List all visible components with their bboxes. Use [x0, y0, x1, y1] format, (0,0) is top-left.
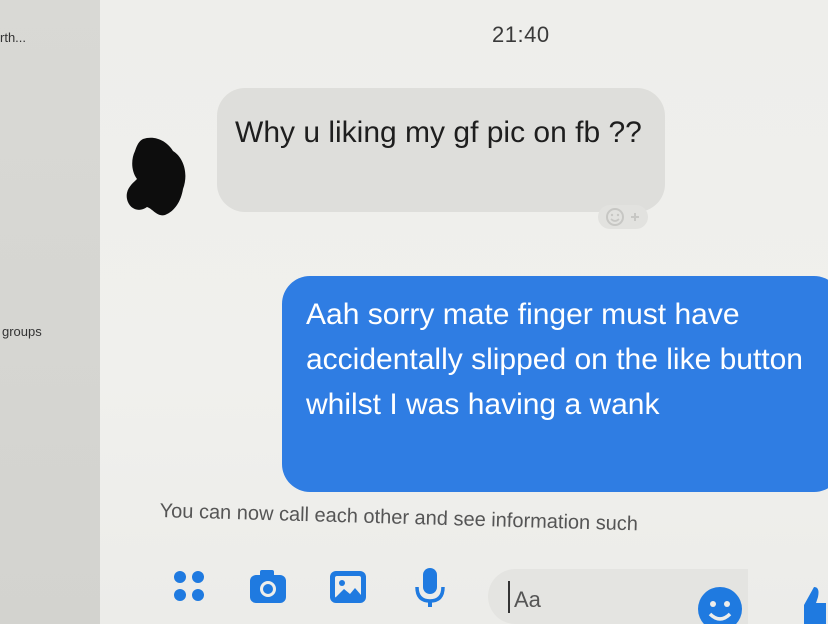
avatar[interactable] [125, 135, 187, 217]
message-timestamp: 21:40 [492, 22, 550, 47]
screen: rth... groups 21:40 Why u liking my gf p… [0, 0, 828, 624]
chat-panel: 21:40 Why u liking my gf pic on fb ?? Aa… [100, 0, 828, 624]
call-info-notice: You can now call each other and see info… [159, 500, 639, 536]
add-reaction-icon[interactable] [598, 205, 648, 229]
like-icon[interactable] [790, 583, 828, 624]
emoji-icon[interactable] [696, 585, 744, 624]
gallery-icon[interactable] [326, 565, 370, 609]
outgoing-message-bubble[interactable]: Aah sorry mate finger must have accident… [282, 276, 828, 492]
incoming-message-text: Why u liking my gf pic on fb ?? [235, 116, 642, 149]
microphone-icon[interactable] [408, 565, 452, 609]
sidebar-groups-label[interactable]: groups [2, 324, 42, 339]
sidebar-truncated-label[interactable]: rth... [0, 30, 26, 45]
composer-bar: Aa [100, 555, 828, 624]
apps-icon[interactable] [168, 565, 212, 609]
sidebar: rth... groups [0, 0, 101, 624]
text-caret [508, 581, 510, 613]
camera-icon[interactable] [246, 565, 290, 609]
message-input-placeholder: Aa [514, 587, 541, 612]
outgoing-message-text: Aah sorry mate finger must have accident… [306, 298, 803, 421]
incoming-message-bubble[interactable]: Why u liking my gf pic on fb ?? [217, 88, 665, 212]
